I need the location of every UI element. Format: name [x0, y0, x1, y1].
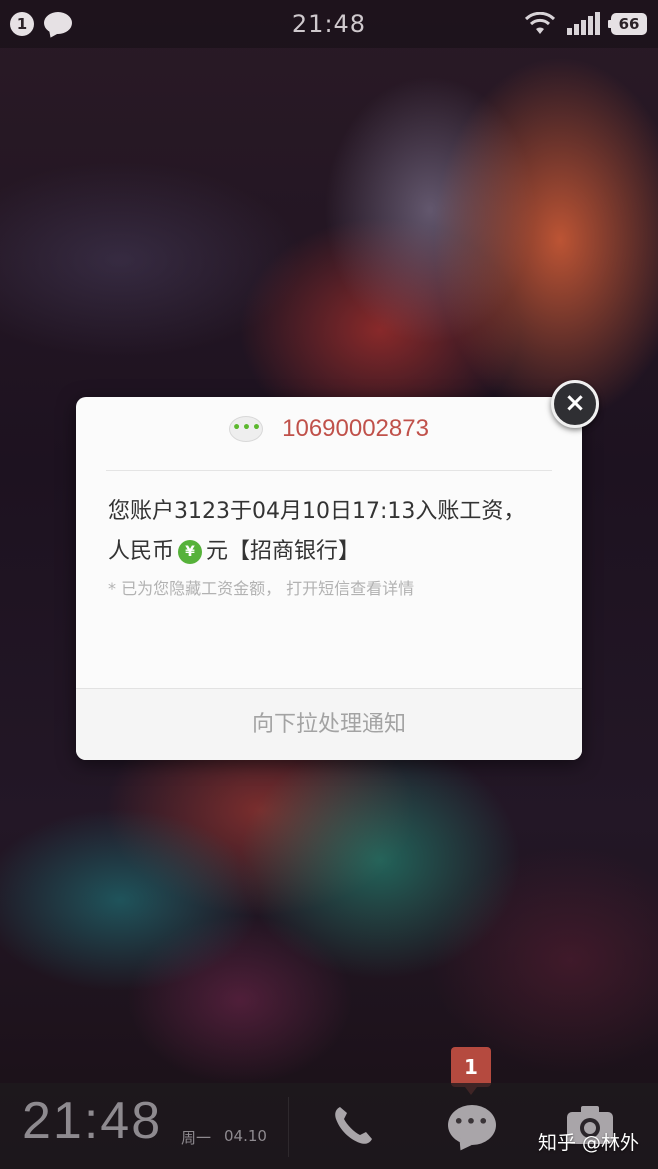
divider [288, 1097, 289, 1157]
currency-label: 人民币 [108, 539, 175, 564]
bank-label: 元【招商银行】 [206, 539, 361, 564]
message-line-1: 您账户3123于04月10日17:13入账工资， [108, 499, 526, 524]
dock-clock: 21:48 [22, 1092, 163, 1150]
wifi-icon [524, 12, 556, 34]
message-unread-badge: 1 [451, 1047, 491, 1095]
sender-number: 10690002873 [282, 415, 429, 442]
lockscreen-dock: 21:48 周一 04.10 ••• [0, 1083, 658, 1169]
phone-icon[interactable] [330, 1103, 376, 1149]
privacy-hint: * 已为您隐藏工资金额， 打开短信查看详情 [108, 579, 415, 598]
divider [106, 470, 552, 471]
status-time: 21:48 [291, 10, 367, 38]
message-body: 您账户3123于04月10日17:13入账工资， 人民币 ¥ 元【招商银行】 [108, 492, 558, 572]
close-button[interactable]: × [551, 380, 599, 428]
hidden-amount-icon: ¥ [178, 540, 203, 564]
signal-icon [567, 12, 600, 35]
status-bar: 1 21:48 66 [0, 0, 658, 48]
notification-header: ••• 10690002873 [76, 415, 582, 455]
sms-notification-card[interactable]: ••• 10690002873 您账户3123于04月10日17:13入账工资，… [76, 397, 582, 760]
pull-down-action[interactable]: 向下拉处理通知 [76, 689, 582, 760]
sms-icon: ••• [229, 416, 264, 442]
dock-weekday: 周一 [181, 1129, 212, 1147]
messages-icon[interactable]: ••• [448, 1105, 496, 1145]
dock-date: 04.10 [224, 1127, 267, 1145]
message-line-2: 人民币 ¥ 元【招商银行】 [108, 532, 558, 572]
watermark: 知乎 @林外 [538, 1132, 640, 1154]
battery-icon: 66 [608, 13, 647, 35]
